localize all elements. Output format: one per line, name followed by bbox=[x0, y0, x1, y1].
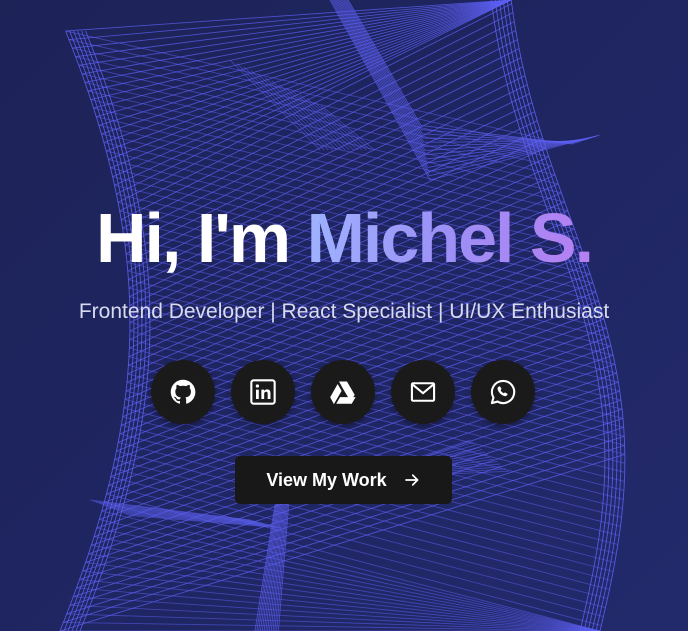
view-work-label: View My Work bbox=[266, 469, 387, 490]
hero-section: Hi, I'm Michel S. Frontend Developer | R… bbox=[0, 0, 688, 631]
linkedin-button[interactable] bbox=[231, 360, 295, 424]
mail-icon bbox=[410, 382, 436, 402]
hero-subtitle: Frontend Developer | React Specialist | … bbox=[78, 300, 610, 323]
hero-headline: Hi, I'm Michel S. bbox=[0, 196, 688, 280]
whatsapp-button[interactable] bbox=[471, 360, 535, 424]
email-button[interactable] bbox=[391, 360, 455, 424]
social-links bbox=[151, 360, 535, 424]
name-text: Michel S. bbox=[306, 199, 594, 277]
arrow-right-icon bbox=[404, 474, 419, 486]
google-drive-icon bbox=[330, 381, 356, 405]
linkedin-icon bbox=[250, 379, 276, 405]
github-icon bbox=[170, 379, 196, 404]
github-button[interactable] bbox=[151, 360, 215, 424]
greeting-text: Hi, I'm bbox=[95, 199, 307, 277]
google-drive-button[interactable] bbox=[311, 360, 375, 424]
whatsapp-icon bbox=[490, 379, 516, 405]
view-work-button[interactable]: View My Work bbox=[235, 456, 452, 504]
